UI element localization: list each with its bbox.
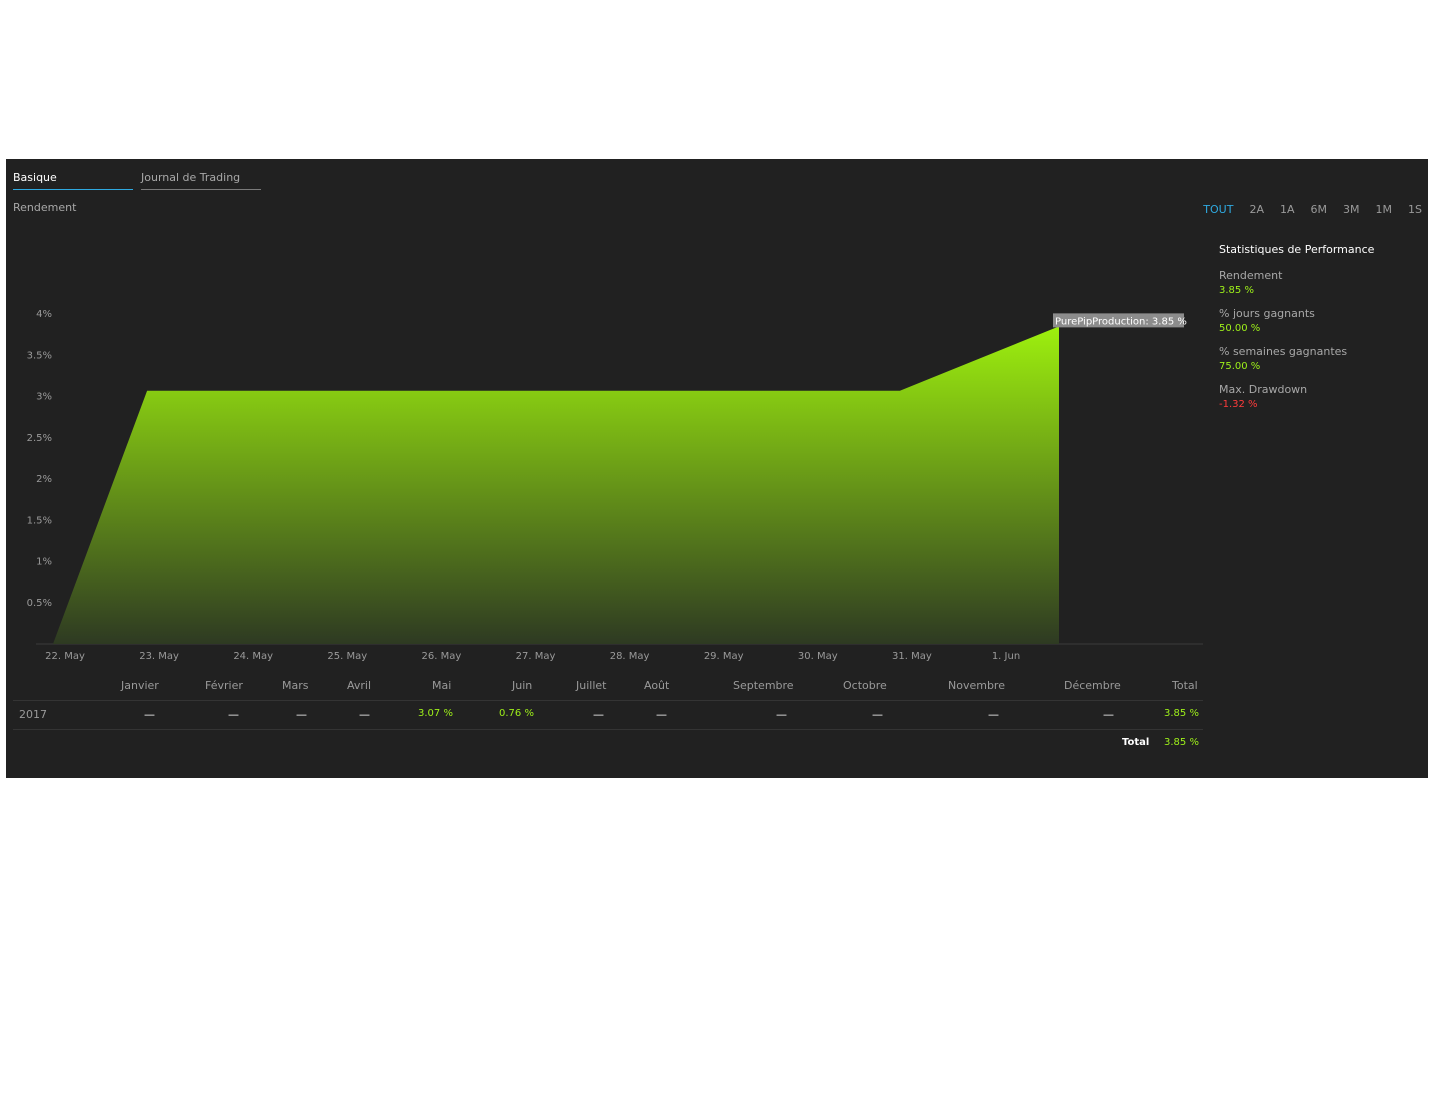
cell-juillet: — <box>593 708 604 721</box>
x-tick-label: 22. May <box>45 651 85 662</box>
y-tick-label: 3.5% <box>27 350 52 361</box>
table-row: 2017 — — — — 3.07 % 0.76 % — — — — — — 3… <box>13 701 1203 730</box>
performance-panel: Basique Journal de Trading Rendement TOU… <box>6 159 1428 778</box>
cell-novembre: — <box>988 708 999 721</box>
table-header-row: Janvier Février Mars Avril Mai Juin Juil… <box>13 672 1203 701</box>
cell-total: 3.85 % <box>1164 708 1199 719</box>
grand-total-value: 3.85 % <box>1164 737 1199 748</box>
x-tick-label: 26. May <box>422 651 462 662</box>
x-tick-label: 31. May <box>892 651 932 662</box>
stat-value: -1.32 % <box>1219 399 1258 410</box>
cell-septembre: — <box>776 708 787 721</box>
header-mai: Mai <box>432 679 452 692</box>
cell-fevrier: — <box>228 708 239 721</box>
y-tick-label: 1% <box>36 557 52 568</box>
header-total: Total <box>1172 679 1198 692</box>
y-tick-label: 2.5% <box>27 433 52 444</box>
y-tick-label: 4% <box>36 309 52 320</box>
x-tick-label: 24. May <box>233 651 273 662</box>
cell-octobre: — <box>872 708 883 721</box>
header-avril: Avril <box>347 679 372 692</box>
header-juin: Juin <box>512 679 533 692</box>
stat-label: Rendement <box>1219 269 1283 282</box>
header-novembre: Novembre <box>948 679 1005 692</box>
header-septembre: Septembre <box>733 679 794 692</box>
cell-mai: 3.07 % <box>418 708 453 719</box>
stat-value: 75.00 % <box>1219 361 1261 372</box>
performance-stats: Statistiques de Performance Rendement 3.… <box>1219 243 1419 421</box>
cell-aout: — <box>656 708 667 721</box>
chart-tooltip: PurePipProduction: 3.85 % <box>1053 313 1187 328</box>
stat-rendement: Rendement 3.85 % <box>1219 269 1419 298</box>
stat-jours-gagnants: % jours gagnants 50.00 % <box>1219 307 1419 336</box>
cell-mars: — <box>296 708 307 721</box>
stat-label: Max. Drawdown <box>1219 383 1308 396</box>
x-tick-label: 29. May <box>704 651 744 662</box>
cell-janvier: — <box>144 708 155 721</box>
row-year: 2017 <box>19 708 47 721</box>
stat-label: % semaines gagnantes <box>1219 345 1348 358</box>
y-tick-label: 3% <box>36 392 52 403</box>
x-tick-label: 1. Jun <box>992 651 1020 662</box>
y-tick-label: 1.5% <box>27 515 52 526</box>
header-octobre: Octobre <box>843 679 887 692</box>
monthly-returns-table: Janvier Février Mars Avril Mai Juin Juil… <box>13 672 1203 758</box>
x-axis: 22. May 23. May 24. May 25. May 26. May 27. M… <box>45 651 1020 662</box>
header-aout: Août <box>644 679 670 692</box>
cell-juin: 0.76 % <box>499 708 534 719</box>
y-axis: 0.5% 1% 1.5% 2% 2.5% 3% 3.5% 4% <box>27 309 52 609</box>
grand-total-label: Total <box>1122 737 1150 748</box>
x-tick-label: 28. May <box>610 651 650 662</box>
cell-avril: — <box>359 708 370 721</box>
header-decembre: Décembre <box>1064 679 1121 692</box>
y-tick-label: 0.5% <box>27 598 52 609</box>
x-tick-label: 23. May <box>139 651 179 662</box>
y-tick-label: 2% <box>36 474 52 485</box>
header-janvier: Janvier <box>121 679 159 692</box>
header-fevrier: Février <box>205 679 243 692</box>
stat-value: 3.85 % <box>1219 285 1254 296</box>
stats-title: Statistiques de Performance <box>1219 243 1375 256</box>
stat-value: 50.00 % <box>1219 323 1261 334</box>
series-area-purepipproduction <box>53 326 1059 644</box>
return-chart[interactable]: 0.5%1%1.5%2%2.5%3%3.5%4% 22. May 23. May 2… <box>6 159 1428 669</box>
stat-semaines-gagnantes: % semaines gagnantes 75.00 % <box>1219 345 1419 374</box>
x-tick-label: 27. May <box>516 651 556 662</box>
x-tick-label: 30. May <box>798 651 838 662</box>
stat-max-drawdown: Max. Drawdown -1.32 % <box>1219 383 1419 412</box>
stat-label: % jours gagnants <box>1219 307 1315 320</box>
x-tick-label: 25. May <box>327 651 367 662</box>
header-juillet: Juillet <box>576 679 607 692</box>
table-total-row: Total 3.85 % <box>13 730 1203 758</box>
tooltip-text: PurePipProduction: 3.85 % <box>1055 316 1187 327</box>
header-mars: Mars <box>282 679 309 692</box>
cell-decembre: — <box>1103 708 1114 721</box>
